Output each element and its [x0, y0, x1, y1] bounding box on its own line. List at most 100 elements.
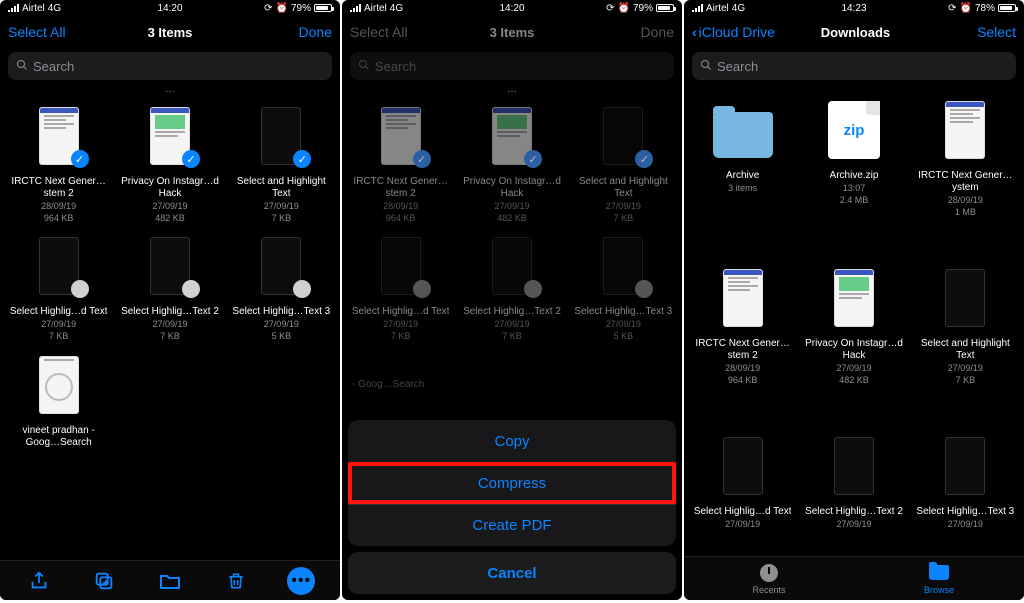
selection-badge[interactable]: ✓	[182, 150, 200, 168]
action-create-pdf[interactable]: Create PDF	[348, 504, 676, 546]
file-cell[interactable]: ✓Privacy On Instagr…d Hack27/09/19482 KB	[117, 100, 222, 224]
file-name: Select and Highlight Text	[571, 176, 676, 200]
battery-icon	[656, 4, 674, 12]
nav-bar: Select All 3 Items Done	[0, 16, 340, 48]
action-compress[interactable]: Compress	[348, 462, 676, 504]
search-input[interactable]: Search	[8, 52, 332, 80]
cancel-button[interactable]: Cancel	[348, 552, 676, 594]
battery-percent: 78%	[975, 3, 995, 14]
back-button[interactable]: ‹iCloud Drive	[692, 24, 775, 40]
file-cell[interactable]: Select Highlig…d Text27/09/197 KB	[6, 230, 111, 342]
file-cell[interactable]: ✓Select and Highlight Text27/09/197 KB	[229, 100, 334, 224]
clock-label: 14:20	[157, 3, 182, 14]
alarm-icon: ⏰	[618, 3, 630, 14]
share-button[interactable]	[25, 567, 53, 595]
selection-badge[interactable]	[293, 280, 311, 298]
select-all-button[interactable]: Select All	[8, 24, 88, 40]
status-bar: Airtel 4G 14:20 ⟳ ⏰ 79%	[0, 0, 340, 16]
selection-badge[interactable]: ✓	[71, 150, 89, 168]
file-name: vineet pradhan - Goog…Search	[6, 425, 111, 449]
file-name: Select Highlig…d Text	[352, 306, 450, 318]
file-cell[interactable]: Privacy On Instagr…d Hack27/09/19482 KB	[801, 262, 906, 424]
done-button[interactable]: Done	[252, 24, 332, 40]
search-input[interactable]: Search	[692, 52, 1016, 80]
file-name: Privacy On Instagr…d Hack	[459, 176, 564, 200]
file-cell[interactable]: ✓IRCTC Next Gener…stem 228/09/19964 KB	[6, 100, 111, 224]
more-button[interactable]: •••	[287, 567, 315, 595]
file-name: Select Highlig…d Text	[10, 306, 108, 318]
file-cell[interactable]: Select and Highlight Text27/09/197 KB	[913, 262, 1018, 424]
file-name: IRCTC Next Gener…stem 2	[6, 176, 111, 200]
signal-icon	[692, 4, 703, 12]
file-meta: 27/09/19482 KB	[836, 363, 871, 386]
file-meta: 27/09/195 KB	[606, 319, 641, 342]
ghost-row-label: - Goog…Search	[352, 379, 424, 390]
battery-percent: 79%	[633, 3, 653, 14]
file-name: Privacy On Instagr…d Hack	[117, 176, 222, 200]
selection-badge[interactable]: ✓	[293, 150, 311, 168]
file-name: Select Highlig…Text 3	[916, 506, 1014, 518]
file-name: Select Highlig…Text 3	[574, 306, 672, 318]
file-cell[interactable]: Select Highlig…Text 327/09/195 KB	[229, 230, 334, 342]
file-grid[interactable]: Archive3 itemszipArchive.zip13:072.4 MBI…	[684, 88, 1024, 568]
selection-badge[interactable]	[635, 280, 653, 298]
selection-badge[interactable]	[413, 280, 431, 298]
network-label: 4G	[732, 3, 745, 14]
tab-browse[interactable]: Browse	[854, 557, 1024, 600]
select-button[interactable]: Select	[936, 24, 1016, 40]
network-label: 4G	[48, 3, 61, 14]
file-cell[interactable]: Select Highlig…Text 227/09/197 KB	[117, 230, 222, 342]
search-placeholder: Search	[717, 59, 758, 74]
selection-badge[interactable]: ✓	[635, 150, 653, 168]
duplicate-button[interactable]	[90, 567, 118, 595]
file-name: Select Highlig…Text 2	[463, 306, 561, 318]
battery-icon	[314, 4, 332, 12]
file-name: IRCTC Next Gener…ystem	[913, 170, 1018, 194]
file-cell[interactable]: Select Highlig…Text 227/09/19	[801, 430, 906, 568]
file-name: Select Highlig…Text 2	[121, 306, 219, 318]
nav-title: 3 Items	[490, 25, 535, 40]
file-name: Select Highlig…Text 3	[232, 306, 330, 318]
selection-badge[interactable]	[182, 280, 200, 298]
clock-label: 14:20	[499, 3, 524, 14]
file-meta: 27/09/197 KB	[383, 319, 418, 342]
file-cell[interactable]: Archive3 items	[690, 94, 795, 256]
file-name: IRCTC Next Gener…stem 2	[348, 176, 453, 200]
move-button[interactable]	[156, 567, 184, 595]
rotation-lock-icon: ⟳	[264, 3, 272, 14]
file-cell: Select Highlig…Text 227/09/197 KB	[459, 230, 564, 342]
file-meta: 28/09/19964 KB	[383, 201, 418, 224]
file-meta: 28/09/191 MB	[948, 195, 983, 218]
file-meta: 27/09/197 KB	[948, 363, 983, 386]
action-copy[interactable]: Copy	[348, 420, 676, 462]
selection-badge[interactable]	[524, 280, 542, 298]
tab-label: Browse	[924, 585, 954, 595]
file-meta: 27/09/195 KB	[264, 319, 299, 342]
nav-bar: Select All 3 Items Done	[342, 16, 682, 48]
truncated-row: …	[342, 84, 682, 94]
file-meta: 27/09/19	[836, 519, 871, 531]
trash-button[interactable]	[222, 567, 250, 595]
network-label: 4G	[390, 3, 403, 14]
clock-label: 14:23	[841, 3, 866, 14]
selection-badge[interactable]: ✓	[413, 150, 431, 168]
file-meta: 27/09/19	[948, 519, 983, 531]
carrier-label: Airtel	[706, 3, 729, 14]
file-meta: 3 items	[728, 183, 757, 195]
file-cell[interactable]: vineet pradhan - Goog…Search	[6, 349, 111, 450]
selection-badge[interactable]	[71, 280, 89, 298]
file-cell[interactable]: Select Highlig…Text 327/09/19	[913, 430, 1018, 568]
done-button: Done	[594, 24, 674, 40]
search-placeholder: Search	[375, 59, 416, 74]
file-grid[interactable]: ✓IRCTC Next Gener…stem 228/09/19964 KB✓P…	[0, 94, 340, 450]
file-cell[interactable]: Select Highlig…d Text27/09/19	[690, 430, 795, 568]
zip-icon: zip	[828, 101, 880, 159]
file-cell[interactable]: zipArchive.zip13:072.4 MB	[801, 94, 906, 256]
file-cell[interactable]: IRCTC Next Gener…ystem28/09/191 MB	[913, 94, 1018, 256]
file-thumb	[945, 437, 985, 495]
file-cell[interactable]: IRCTC Next Gener…stem 228/09/19964 KB	[690, 262, 795, 424]
file-name: IRCTC Next Gener…stem 2	[690, 338, 795, 362]
selection-badge[interactable]: ✓	[524, 150, 542, 168]
tab-recents[interactable]: Recents	[684, 557, 854, 600]
file-meta: 13:072.4 MB	[840, 183, 869, 206]
